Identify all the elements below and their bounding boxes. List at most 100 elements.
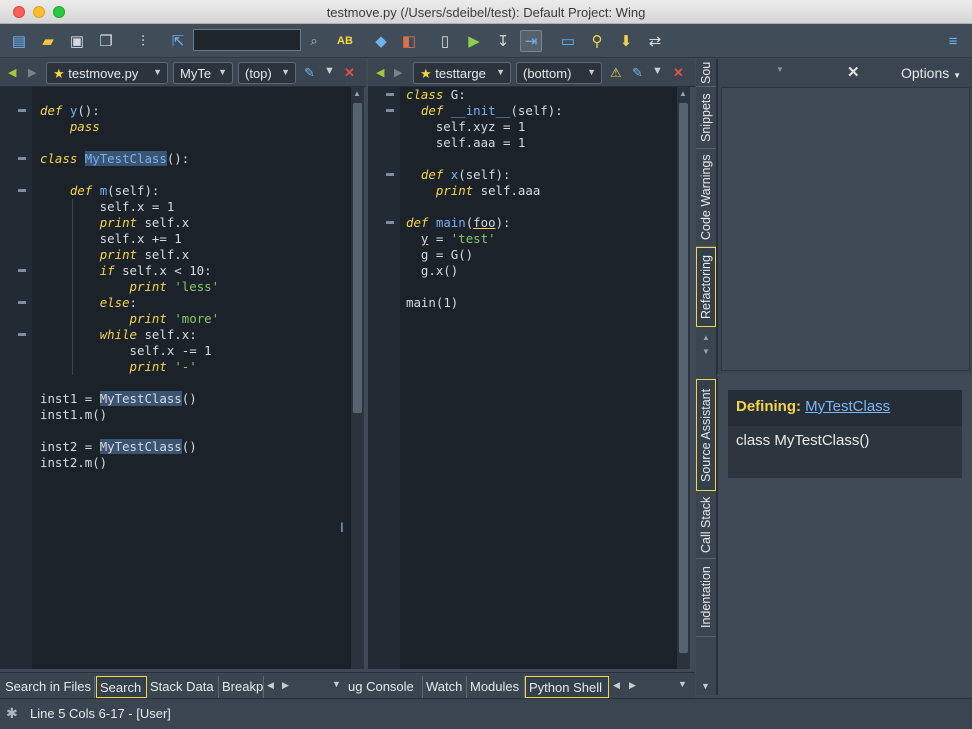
tab-watch[interactable]: Watch — [423, 676, 467, 698]
menu-icon[interactable]: ≡ — [942, 30, 964, 52]
chevron-down-icon[interactable]: ▼ — [701, 681, 710, 691]
scrollbar-thumb[interactable] — [679, 103, 688, 653]
right-editor-scrollbar[interactable]: ▲ — [676, 87, 689, 669]
tab-call-stack[interactable]: Call Stack — [696, 491, 716, 559]
code-line: print 'more' — [129, 311, 220, 326]
step-into-icon[interactable]: ↧ — [492, 30, 514, 52]
right-code-text[interactable]: class G: def __init__(self): self.xyz = … — [406, 87, 563, 311]
toolbar-search-input[interactable] — [193, 29, 301, 51]
save-icon[interactable]: ▣ — [66, 30, 88, 52]
step-over-icon[interactable]: ⇥ — [520, 30, 542, 52]
close-icon[interactable]: ✕ — [847, 63, 860, 81]
document-icon[interactable]: ▯ — [434, 30, 456, 52]
debug-icon[interactable]: ◧ — [398, 30, 420, 52]
fold-marker[interactable] — [18, 189, 26, 192]
download-icon[interactable]: ⬇ — [615, 30, 637, 52]
code-line: def __init__(self): — [420, 103, 563, 118]
fold-marker[interactable] — [386, 221, 394, 224]
forward-arrow-icon[interactable]: ▶ — [394, 66, 402, 79]
back-arrow-icon[interactable]: ◀ — [8, 66, 16, 79]
open-folder-icon[interactable]: ▰ — [37, 30, 59, 52]
scope-dropdown-1[interactable]: MyTe ▼ — [173, 62, 233, 84]
tab-breakpoints[interactable]: Breakp — [219, 676, 264, 698]
source-assistant-header: Defining: MyTestClass — [728, 390, 962, 426]
tab-refactoring[interactable]: Refactoring — [696, 247, 716, 327]
options-chevron-icon[interactable]: ▼ — [324, 65, 335, 77]
tab-scroll-right-icon[interactable]: ▶ — [282, 680, 289, 691]
tab-source-assistant[interactable]: Source Assistant — [696, 379, 716, 491]
close-icon[interactable]: ✕ — [344, 65, 355, 81]
signature-text: class MyTestClass() — [736, 432, 870, 449]
tab-scroll-right-icon[interactable]: ▶ — [629, 680, 636, 691]
scope-dropdown-1[interactable]: (bottom) ▼ — [516, 62, 602, 84]
back-arrow-icon[interactable]: ◀ — [376, 66, 384, 79]
sync-icon[interactable]: ⇄ — [644, 30, 666, 52]
find-icon[interactable]: ⚲ — [586, 30, 608, 52]
code-line: print '-' — [129, 359, 197, 374]
run-icon[interactable]: ▶ — [463, 30, 485, 52]
defining-link[interactable]: MyTestClass — [805, 398, 890, 415]
fold-marker[interactable] — [386, 109, 394, 112]
file-tab-dropdown[interactable]: ★ testmove.py ▼ — [46, 62, 168, 84]
search-icon[interactable]: ⌕ — [303, 30, 325, 52]
chevron-down-icon[interactable]: ▼ — [332, 679, 341, 689]
tab-scroll-left-icon[interactable]: ◀ — [267, 680, 274, 691]
scrollbar-thumb[interactable] — [353, 103, 362, 413]
fold-marker[interactable] — [386, 93, 394, 96]
scroll-up-icon[interactable]: ▲ — [353, 89, 361, 98]
fold-marker[interactable] — [18, 301, 26, 304]
options-chevron-icon[interactable]: ▼ — [652, 65, 663, 77]
scope-dropdown-2[interactable]: (top) ▼ — [238, 62, 296, 84]
bug-icon[interactable]: ✱ — [6, 705, 18, 722]
scope-label: (top) — [245, 66, 272, 81]
spell-check-icon[interactable]: AB — [334, 30, 356, 52]
tab-stack-data[interactable]: Stack Data — [147, 676, 219, 698]
left-editor-gutter[interactable] — [0, 87, 32, 669]
python-icon[interactable]: ◆ — [370, 30, 392, 52]
forward-arrow-icon[interactable]: ▶ — [28, 66, 36, 79]
tab-scroll-left-icon[interactable]: ◀ — [613, 680, 620, 691]
scroll-up-icon[interactable]: ▲ — [679, 89, 687, 98]
left-code-text[interactable]: def y(): pass class MyTestClass(): def m… — [40, 103, 219, 471]
chevron-down-icon: ▼ — [281, 67, 290, 77]
tab-code-warnings[interactable]: Code Warnings — [696, 149, 716, 247]
tab-python-shell[interactable]: Python Shell — [525, 676, 609, 698]
tab-search-in-files[interactable]: Search in Files — [2, 676, 95, 698]
options-menu[interactable]: Options ▼ — [901, 65, 961, 81]
code-line: def main(foo): — [406, 215, 511, 230]
fold-marker[interactable] — [386, 173, 394, 176]
pin-icon[interactable]: ✎ — [632, 65, 643, 81]
scroll-down-icon[interactable]: ▼ — [702, 347, 710, 356]
code-line: g.x() — [406, 263, 459, 278]
monitor-icon[interactable]: ▭ — [557, 30, 579, 52]
code-line: self.x += 1 — [40, 231, 182, 246]
save-all-icon[interactable]: ❐ — [95, 30, 117, 52]
close-icon[interactable]: ✕ — [673, 65, 684, 81]
file-tab-dropdown[interactable]: ★ testtarge ▼ — [413, 62, 511, 84]
chevron-down-icon: ▼ — [153, 67, 162, 77]
pin-icon[interactable]: ✎ — [304, 65, 315, 81]
chevron-down-icon[interactable]: ▼ — [678, 679, 687, 689]
fold-marker[interactable] — [18, 157, 26, 160]
fold-marker[interactable] — [18, 269, 26, 272]
tab-modules[interactable]: Modules — [467, 676, 525, 698]
scroll-up-icon[interactable]: ▲ — [702, 333, 710, 342]
left-editor-scrollbar[interactable]: ▲ — [350, 87, 363, 669]
right-code-editor[interactable]: class G: def __init__(self): self.xyz = … — [368, 87, 690, 669]
fold-marker[interactable] — [18, 333, 26, 336]
indent-icon[interactable]: ⫶ — [132, 30, 154, 52]
tab-search[interactable]: Search — [96, 676, 147, 698]
left-code-editor[interactable]: def y(): pass class MyTestClass(): def m… — [0, 87, 364, 669]
defining-label: Defining: — [736, 398, 801, 415]
tab-indentation[interactable]: Indentation — [696, 559, 716, 637]
select-icon[interactable]: ⇱ — [167, 30, 189, 52]
chevron-down-icon[interactable]: ▼ — [776, 65, 784, 74]
tab-debug-console[interactable]: ug Console — [345, 676, 423, 698]
new-file-icon[interactable]: ▤ — [8, 30, 30, 52]
tab-snippets[interactable]: Snippets — [696, 87, 716, 149]
tab-source-browser[interactable]: Sou — [696, 59, 716, 87]
right-editor-gutter[interactable] — [368, 87, 400, 669]
chevron-down-icon: ▼ — [953, 71, 962, 80]
fold-marker[interactable] — [18, 109, 26, 112]
warning-icon[interactable]: ⚠ — [610, 65, 622, 81]
